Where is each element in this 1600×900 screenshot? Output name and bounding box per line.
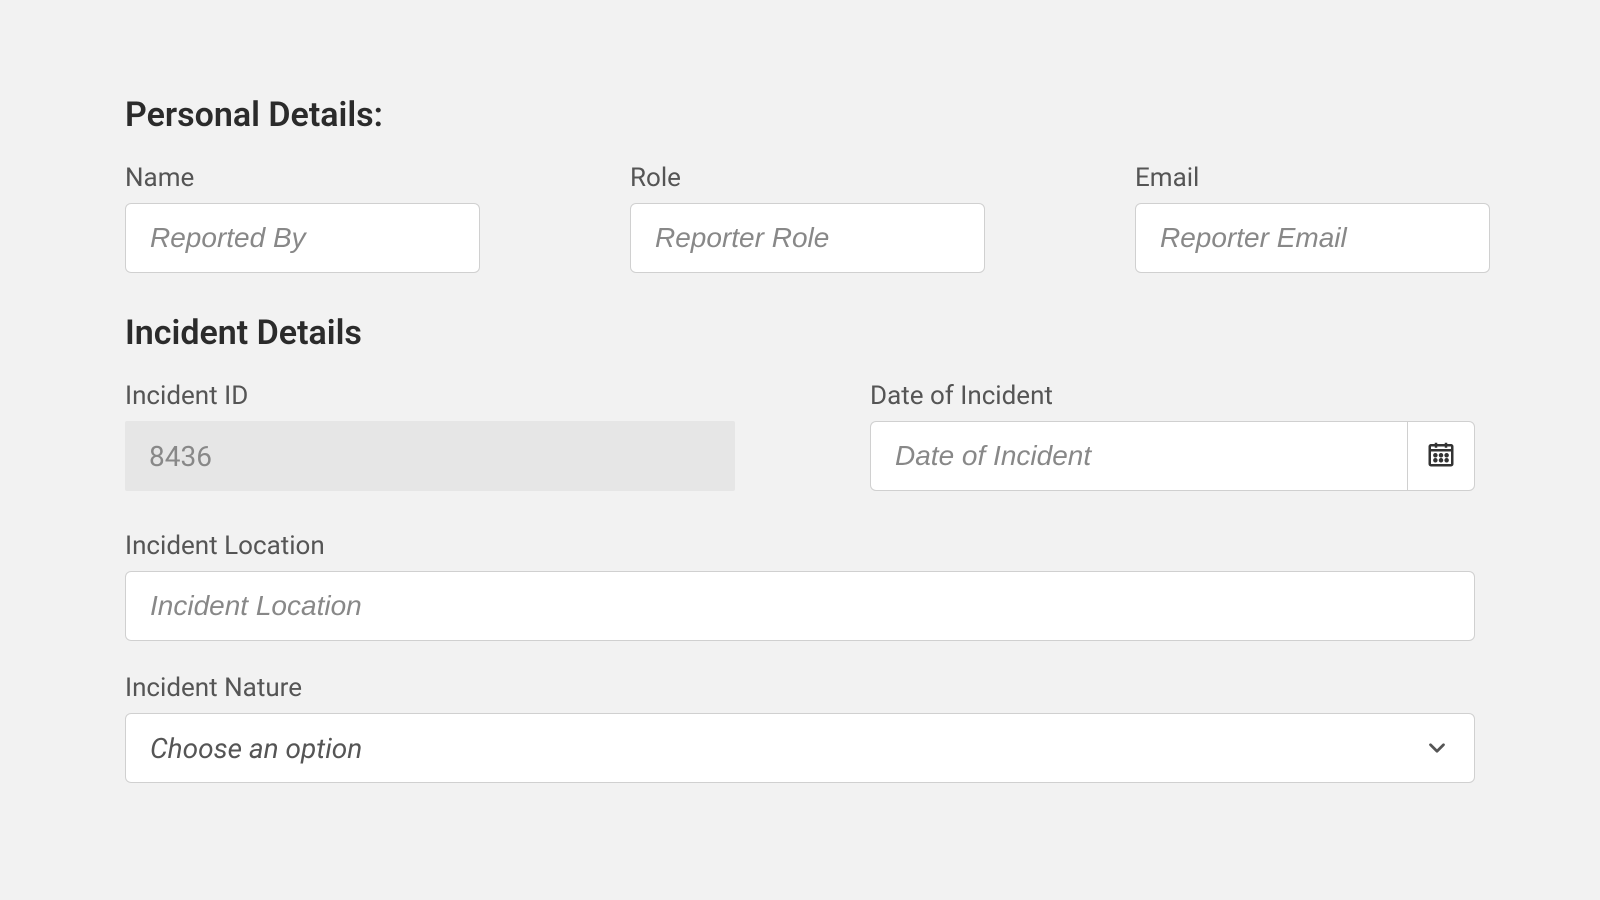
date-picker-button[interactable] — [1407, 421, 1475, 491]
nature-select[interactable]: Choose an option — [125, 713, 1475, 783]
name-input[interactable] — [125, 203, 480, 273]
date-input[interactable] — [870, 421, 1407, 491]
calendar-icon — [1426, 439, 1456, 473]
email-input[interactable] — [1135, 203, 1490, 273]
name-field: Name — [125, 163, 480, 273]
incident-id-field: Incident ID 8436 — [125, 381, 735, 491]
location-label: Incident Location — [125, 531, 1475, 561]
location-field: Incident Location — [125, 531, 1475, 641]
role-input[interactable] — [630, 203, 985, 273]
incident-id-value: 8436 — [125, 421, 735, 491]
incident-details-title: Incident Details — [125, 313, 1475, 353]
date-label: Date of Incident — [870, 381, 1475, 411]
incident-row-1: Incident ID 8436 Date of Incident — [125, 381, 1475, 491]
chevron-down-icon — [1424, 735, 1450, 761]
nature-label: Incident Nature — [125, 673, 1475, 703]
nature-field: Incident Nature Choose an option — [125, 673, 1475, 783]
date-field: Date of Incident — [870, 381, 1475, 491]
nature-select-placeholder: Choose an option — [150, 732, 362, 765]
email-field: Email — [1135, 163, 1490, 273]
personal-details-title: Personal Details: — [125, 95, 1475, 135]
location-input[interactable] — [125, 571, 1475, 641]
role-field: Role — [630, 163, 985, 273]
incident-id-label: Incident ID — [125, 381, 735, 411]
personal-row: Name Role Email — [125, 163, 1475, 273]
name-label: Name — [125, 163, 480, 193]
email-label: Email — [1135, 163, 1490, 193]
date-input-group — [870, 421, 1475, 491]
role-label: Role — [630, 163, 985, 193]
